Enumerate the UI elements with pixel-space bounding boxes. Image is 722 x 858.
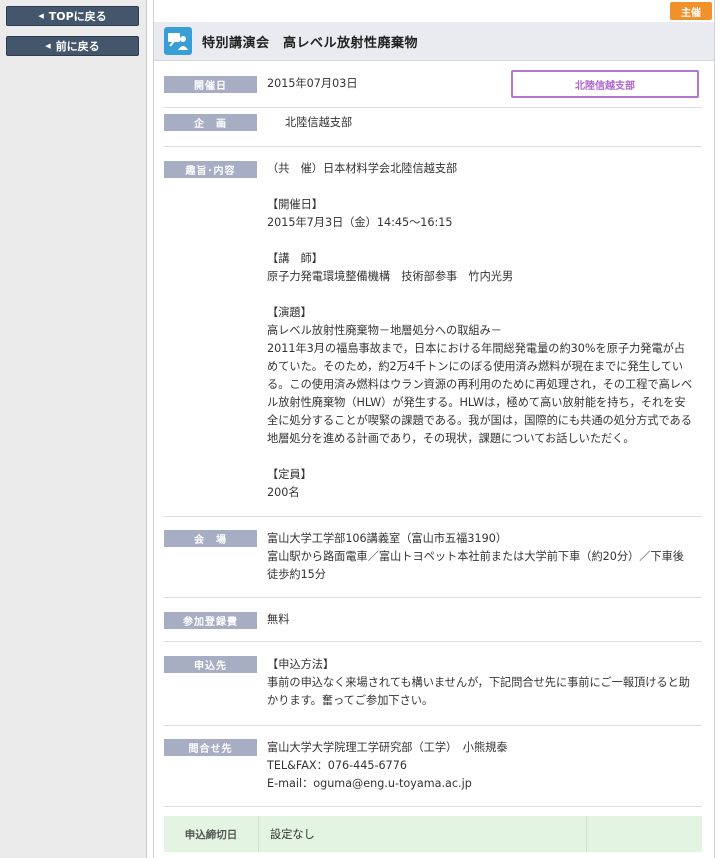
apply-row: 申込先 【申込方法】 事前の申込なく来場されても構いませんが，下記問合せ先に事前… <box>164 642 702 726</box>
deadline-value: 設定なし <box>270 828 315 841</box>
venue-address: 富山大学工学部106講義室（富山市五福3190） <box>267 532 508 545</box>
apply-body: 【申込方法】 事前の申込なく来場されても構いませんが，下記問合せ先に事前にご一報… <box>267 656 703 710</box>
planning-value: 北陸信越支部 <box>285 116 353 129</box>
venue-access: 徒歩約15分 <box>267 568 326 581</box>
apply-heading: 【申込方法】 <box>267 658 335 671</box>
capacity-value: 200名 <box>267 486 300 499</box>
lecturer-heading: 【講 師】 <box>267 252 323 265</box>
topic-line: 2011年3月の福島事故まで，日本における年間総発電量の約30%を原子力発電が占 <box>267 342 686 355</box>
topic-heading: 【演題】 <box>267 306 312 319</box>
event-title-bar: 特別講演会 高レベル放射性廃棄物 <box>154 22 714 61</box>
cohost-text: （共 催）日本材料学会北陸信越支部 <box>267 162 458 175</box>
content-label: 趣旨･内容 <box>164 161 257 178</box>
branch-link[interactable]: 北陸信越支部 <box>511 70 699 98</box>
venue-row: 会 場 富山大学工学部106講義室（富山市五福3190） 富山駅から路面電車／富… <box>164 517 702 598</box>
back-label: 前に戻る <box>55 40 100 53</box>
topic-title: 高レベル放射性廃棄物－地層処分への取組み－ <box>267 324 502 337</box>
date-detail: 2015年7月3日（金）14:45～16:15 <box>267 216 453 229</box>
back-to-top-button[interactable]: ◀ TOPに戻る <box>6 6 139 26</box>
caret-left-icon: ◀ <box>38 12 44 20</box>
left-sidebar: ◀ TOPに戻る ◀ 前に戻る <box>0 0 147 858</box>
caret-left-icon: ◀ <box>45 42 51 50</box>
event-detail-panel: 主催 特別講演会 高レベル放射性廃棄物 開催日 2015年07月03日 北陸信越… <box>153 0 715 858</box>
topic-line: 全に処分することが喫緊の課題である。我が国は，国際的にも共通の処分方式である <box>267 414 692 427</box>
topic-line: 地層処分を進める計画であり，その現状，課題についてお話しいただく。 <box>267 432 635 445</box>
capacity-heading: 【定員】 <box>267 468 312 481</box>
fee-value: 無料 <box>267 613 290 626</box>
contact-email[interactable]: E-mail：oguma@eng.u-toyama.ac.jp <box>267 775 703 793</box>
lecturer-detail: 原子力発電環境整備機構 技術部参事 竹内光男 <box>267 270 514 283</box>
apply-text: 事前の申込なく来場されても構いませんが，下記問合せ先に事前にご一報頂けると助 <box>267 676 690 689</box>
apply-text: かります。奮ってご参加下さい。 <box>267 694 434 707</box>
fee-label: 参加登録費 <box>164 612 257 629</box>
planning-label: 企 画 <box>164 114 257 131</box>
event-lecture-icon <box>164 27 192 55</box>
date-label: 開催日 <box>164 76 257 93</box>
topic-line: ル放射性廃棄物（HLW）が発生する。HLWは，極めて高い放射能を持ち，それを安 <box>267 396 686 409</box>
deadline-divider <box>586 816 587 852</box>
back-to-top-label: TOPに戻る <box>48 10 107 23</box>
host-badge: 主催 <box>670 2 712 20</box>
fee-row: 参加登録費 無料 <box>164 598 702 642</box>
topic-line: る。この使用済み燃料はウラン資源の再利用のために再処理され，その工程で高レベ <box>267 378 693 391</box>
venue-body: 富山大学工学部106講義室（富山市五福3190） 富山駅から路面電車／富山トヨペ… <box>267 530 703 584</box>
date-row: 開催日 2015年07月03日 北陸信越支部 <box>164 70 702 108</box>
contact-org: 富山大学大学院理工学研究部（工学） 小熊規泰 <box>267 741 508 754</box>
page-title: 特別講演会 高レベル放射性廃棄物 <box>202 35 419 51</box>
planning-row: 企 画 北陸信越支部 <box>164 108 702 147</box>
contact-tel: TEL&FAX：076-445-6776 <box>267 759 408 772</box>
venue-access: 富山駅から路面電車／富山トヨペット本社前または大学前下車（約20分）／下車後 <box>267 550 684 563</box>
back-button[interactable]: ◀ 前に戻る <box>6 36 139 56</box>
contact-body: 富山大学大学院理工学研究部（工学） 小熊規泰 TEL&FAX：076-445-6… <box>267 739 703 793</box>
deadline-label: 申込締切日 <box>164 816 259 852</box>
content-row: 趣旨･内容 （共 催）日本材料学会北陸信越支部 【開催日】 2015年7月3日（… <box>164 147 702 517</box>
topic-line: めていた。そのため，約2万4千トンにのぼる使用済み燃料が現在までに発生してい <box>267 360 684 373</box>
deadline-row: 申込締切日 設定なし <box>164 816 702 852</box>
contact-label: 問合せ先 <box>164 739 257 756</box>
venue-label: 会 場 <box>164 530 257 547</box>
apply-label: 申込先 <box>164 656 257 673</box>
content-body: （共 催）日本材料学会北陸信越支部 【開催日】 2015年7月3日（金）14:4… <box>267 160 703 502</box>
contact-row: 問合せ先 富山大学大学院理工学研究部（工学） 小熊規泰 TEL&FAX：076-… <box>164 726 702 807</box>
date-heading: 【開催日】 <box>267 198 323 211</box>
